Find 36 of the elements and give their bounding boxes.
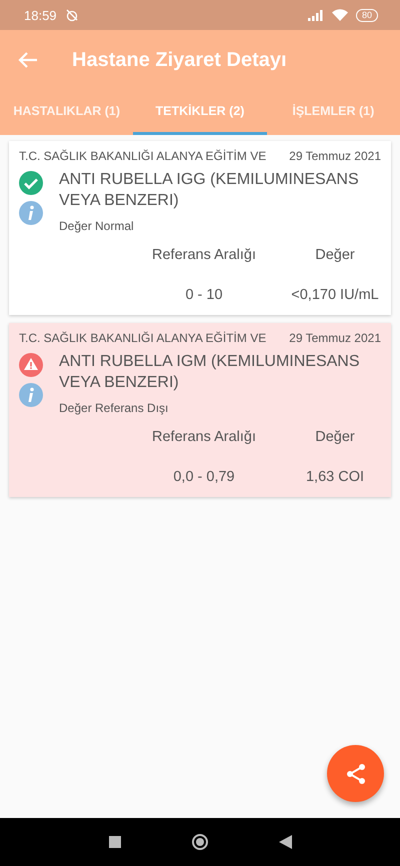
recents-icon[interactable]	[108, 836, 120, 848]
home-icon[interactable]	[190, 833, 208, 851]
hospital-name: T.C. SAĞLIK BAKANLIĞI ALANYA EĞİTİM VE	[19, 149, 266, 163]
test-date: 29 Temmuz 2021	[289, 331, 381, 345]
share-button[interactable]	[327, 745, 384, 802]
test-date: 29 Temmuz 2021	[289, 149, 381, 163]
reference-range: 0 - 10	[184, 287, 224, 303]
column-header: Değer	[314, 429, 356, 445]
reference-range: 0,0 - 0,79	[172, 469, 236, 485]
check-icon	[19, 171, 43, 195]
test-name: ANTI RUBELLA IGG (KEMILUMINESANS VEYA BENZERI)	[59, 170, 360, 211]
result-value: <0,170 IU/mL	[290, 287, 380, 303]
status-time: 18:59	[24, 8, 57, 22]
info-icon[interactable]	[19, 201, 43, 225]
result-status: Değer Referans Dışı	[59, 401, 170, 415]
warning-icon	[19, 353, 43, 377]
tab[interactable]: TETKİKLER (2)	[133, 90, 267, 135]
screen-title: Hastane Ziyaret Detayı	[72, 48, 287, 72]
tab[interactable]: İŞLEMLER (1)	[266, 90, 400, 135]
wifi-icon	[332, 9, 348, 21]
test-name: ANTI RUBELLA IGM (KEMILUMINESANS VEYA BENZERI)	[59, 352, 361, 393]
test-card[interactable]: T.C. SAĞLIK BAKANLIĞI ALANYA EĞİTİM VE 29 Temmuz 2021 ANTI RUBELLA IGM (KEMILUMINESANS VEYA BENZERI) Değer Referans Dışı Referans Aralığı Değer 0,0 - 0,79 1,63 COI	[9, 323, 391, 497]
result-value: 1,63 COI	[304, 469, 366, 485]
alarm-off-icon	[64, 8, 79, 22]
column-header: Değer	[314, 247, 356, 263]
battery-icon: 80	[356, 8, 378, 22]
hospital-name: T.C. SAĞLIK BAKANLIĞI ALANYA EĞİTİM VE	[19, 331, 266, 345]
back-arrow-icon[interactable]	[18, 51, 38, 69]
result-status: Değer Normal	[59, 219, 135, 233]
column-header: Referans Aralığı	[151, 429, 257, 445]
info-icon[interactable]	[19, 383, 43, 407]
column-header: Referans Aralığı	[151, 247, 257, 263]
test-card[interactable]: T.C. SAĞLIK BAKANLIĞI ALANYA EĞİTİM VE 29 Temmuz 2021 ANTI RUBELLA IGG (KEMILUMINESANS VEYA BENZERI) Değer Normal Referans Aralığı Değer 0 - 10 <0,170 IU/mL	[9, 141, 391, 315]
back-icon[interactable]	[278, 835, 292, 849]
tab[interactable]: HASTALIKLAR (1)	[0, 90, 134, 135]
signal-icon	[308, 10, 324, 20]
